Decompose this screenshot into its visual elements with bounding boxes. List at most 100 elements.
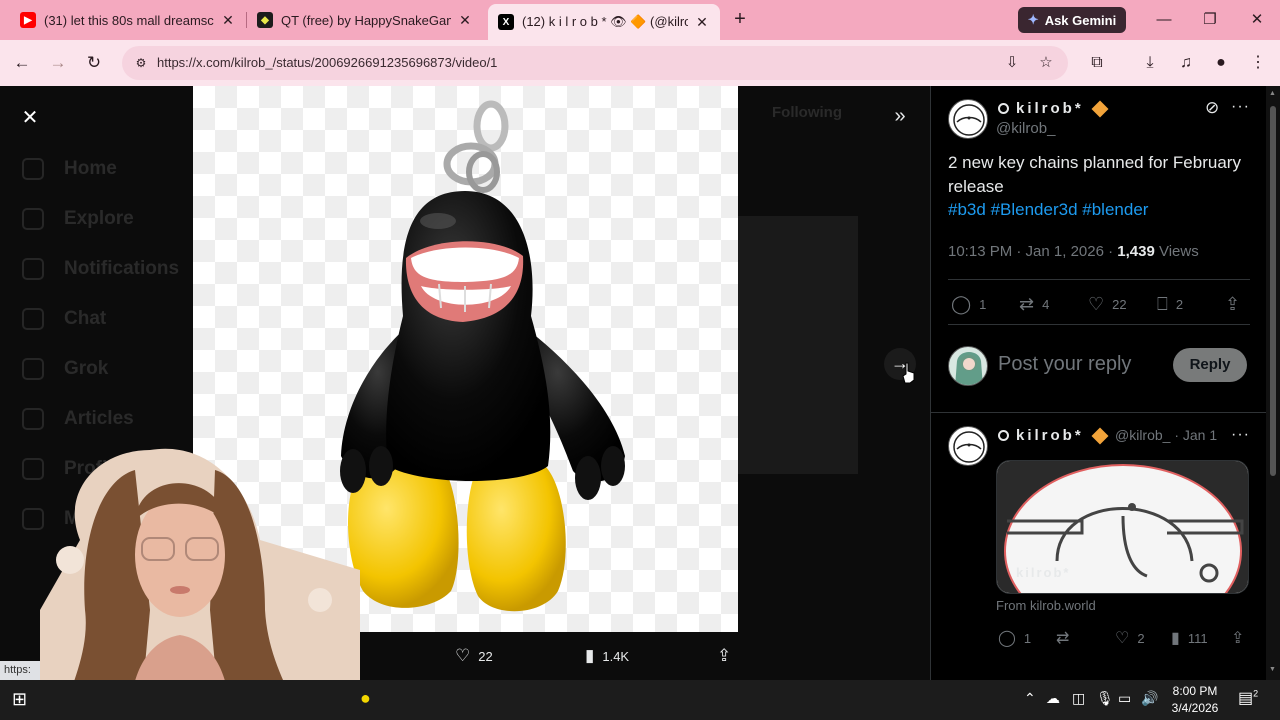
tab-itchio[interactable]: ◆ QT (free) by HappySnakeGames ✕ <box>247 4 483 36</box>
close-window-icon[interactable]: ✕ <box>1245 8 1269 32</box>
site-info-icon[interactable]: ⚙ <box>130 52 152 74</box>
views-count: 1.4K <box>602 648 630 664</box>
onedrive-icon[interactable]: ☁ <box>1046 690 1060 707</box>
profile-avatar-icon[interactable]: ● <box>1210 52 1232 74</box>
taskbar-clock[interactable]: 8:00 PM 3/4/2026 <box>1163 683 1227 717</box>
hashtag-link[interactable]: #Blender3d <box>991 200 1078 219</box>
mouse-pointer-icon <box>902 362 915 384</box>
ask-gemini-button[interactable]: ✦ Ask Gemini <box>1018 7 1126 33</box>
media-views-button[interactable]: ▮ 1.4K <box>585 646 629 666</box>
browser-toolbar: ← → ↻ ⚙ https://x.com/kilrob_/status/200… <box>0 40 1280 86</box>
volume-icon[interactable]: 🔊 <box>1141 690 1158 707</box>
reply-author-handle[interactable]: @kilrob_ · Jan 1 <box>1115 427 1217 443</box>
reply-more-icon[interactable]: ··· <box>1231 426 1250 444</box>
close-tab-icon[interactable]: ✕ <box>220 12 236 29</box>
network-icon[interactable]: ▭ <box>1118 690 1131 707</box>
hashtag-link[interactable]: #blender <box>1082 200 1148 219</box>
share-icon: ⇪ <box>1225 294 1241 314</box>
windows-taskbar: ⊞ ● ⌃ ☁ ◫ 🎙 ▭ 🔊 8:00 PM 3/4/2026 ▤2 <box>0 680 1280 720</box>
notifications-icon[interactable]: ▤2 <box>1238 688 1258 708</box>
clock-date: 3/4/2026 <box>1171 701 1219 715</box>
eye-icon <box>998 430 1009 441</box>
tray-app-icon[interactable]: ◫ <box>1072 690 1085 707</box>
tweet-time[interactable]: 10:13 PM · Jan 1, 2026 · <box>948 243 1117 260</box>
tab-x-active[interactable]: X (12) k i l r o b * 👁 🔶 (@kilrob ✕ <box>488 4 720 40</box>
reply-button[interactable]: Reply <box>1173 348 1247 382</box>
expand-panel-icon[interactable]: » <box>888 104 912 128</box>
back-icon[interactable]: ← <box>10 51 34 75</box>
author-handle[interactable]: @kilrob_ <box>996 120 1055 137</box>
tray-expand-icon[interactable]: ⌃ <box>1024 690 1036 707</box>
minimize-icon[interactable]: — <box>1152 8 1176 32</box>
repost-icon: ⇄ <box>1056 630 1070 647</box>
grok-icon[interactable]: ⊘ <box>1205 98 1220 118</box>
media-share-button[interactable]: ⇪ <box>717 646 731 666</box>
itchio-icon: ◆ <box>257 12 273 28</box>
reply-share-button[interactable]: ⇪ <box>1231 628 1244 648</box>
bg-nav-explore: Explore <box>22 204 134 234</box>
reply-repost-button[interactable]: ⇄ <box>1056 628 1069 648</box>
heart-icon: ♡ <box>455 646 471 665</box>
tweet-detail-panel: kilrob* @kilrob_ ⊘ ··· 2 new key chains … <box>930 86 1267 680</box>
reply-reply-button[interactable]: ◯ 1 <box>998 628 1031 648</box>
scrollbar[interactable]: ▲ ▼ <box>1266 86 1280 680</box>
views-bar-chart-icon: ▮ <box>585 646 595 665</box>
divider <box>931 412 1267 413</box>
viewer-avatar <box>948 346 988 386</box>
restore-icon[interactable]: ❐ <box>1198 8 1222 32</box>
forward-icon[interactable]: → <box>46 51 70 75</box>
eye-icon <box>998 103 1009 114</box>
reload-icon[interactable]: ↻ <box>82 51 106 75</box>
windows-start-icon[interactable]: ⊞ <box>12 689 27 710</box>
card-source[interactable]: From kilrob.world <box>996 598 1096 613</box>
scroll-up-icon[interactable]: ▲ <box>1269 90 1276 97</box>
reply-author-avatar[interactable] <box>948 426 988 466</box>
orange-diamond-icon <box>1091 427 1109 444</box>
bookmark-stat-button[interactable]: ⎕ 2 <box>1157 294 1183 315</box>
share-icon: ⇪ <box>717 646 732 665</box>
tab-title: (12) k i l r o b * 👁 🔶 (@kilrob <box>522 14 688 29</box>
hashtag-link[interactable]: #b3d <box>948 200 986 219</box>
url-text[interactable]: https://x.com/kilrob_/status/20069266912… <box>157 55 497 70</box>
tweet-meta: 10:13 PM · Jan 1, 2026 · 1,439 Views <box>948 243 1199 260</box>
microphone-icon[interactable]: 🎙 <box>1096 690 1114 707</box>
extensions-icon[interactable]: ⧉ <box>1086 52 1108 74</box>
reply-views-button[interactable]: ▮ 111 <box>1171 628 1208 648</box>
author-avatar[interactable] <box>948 99 988 139</box>
reply-author-name[interactable]: kilrob* <box>998 427 1109 444</box>
share-stat-button[interactable]: ⇪ <box>1225 294 1240 315</box>
downloads-icon[interactable]: ⤓ <box>1139 52 1161 74</box>
media-control-icon[interactable]: ♫ <box>1175 52 1197 74</box>
scrollbar-thumb[interactable] <box>1270 106 1276 476</box>
repost-stat-button[interactable]: ⇄ 4 <box>1019 294 1049 315</box>
tab-title: QT (free) by HappySnakeGames <box>281 12 451 28</box>
app-taskbar-icon[interactable]: ● <box>360 688 371 709</box>
repost-icon: ⇄ <box>1019 294 1035 314</box>
menu-kebab-icon[interactable]: ⋮ <box>1247 52 1269 74</box>
more-options-icon[interactable]: ··· <box>1231 98 1250 116</box>
status-url-bubble: https: <box>0 661 40 680</box>
close-tab-icon[interactable]: ✕ <box>694 14 710 31</box>
bookmark-star-icon[interactable]: ☆ <box>1036 54 1056 72</box>
install-app-icon[interactable]: ⇩ <box>1002 54 1022 72</box>
address-bar[interactable]: ⚙ https://x.com/kilrob_/status/200692669… <box>122 46 1068 80</box>
reply-stat-button[interactable]: ◯ 1 <box>951 294 986 315</box>
share-icon: ⇪ <box>1231 630 1245 647</box>
reply-input[interactable]: Post your reply <box>998 353 1131 376</box>
bg-following-tab: Following <box>772 104 842 121</box>
media-like-button[interactable]: ♡ 22 <box>455 646 493 666</box>
bg-nav-notifications: Notifications <box>22 254 179 284</box>
reply-bubble-icon: ◯ <box>951 294 972 314</box>
new-tab-button[interactable]: + <box>728 8 752 32</box>
divider <box>948 279 1250 280</box>
reply-like-button[interactable]: ♡ 2 <box>1115 628 1145 648</box>
tab-youtube[interactable]: ▶ (31) let this 80s mall dreamscape ✕ <box>10 4 246 36</box>
author-name[interactable]: kilrob* <box>998 100 1109 117</box>
like-stat-button[interactable]: ♡ 22 <box>1088 294 1127 315</box>
close-icon[interactable]: ✕ <box>18 106 42 130</box>
bg-nav-home: Home <box>22 154 117 184</box>
tweet-hashtags: #b3d #Blender3d #blender <box>948 200 1148 220</box>
scroll-down-icon[interactable]: ▼ <box>1269 666 1276 673</box>
close-tab-icon[interactable]: ✕ <box>457 12 473 29</box>
x-icon: X <box>498 14 514 30</box>
